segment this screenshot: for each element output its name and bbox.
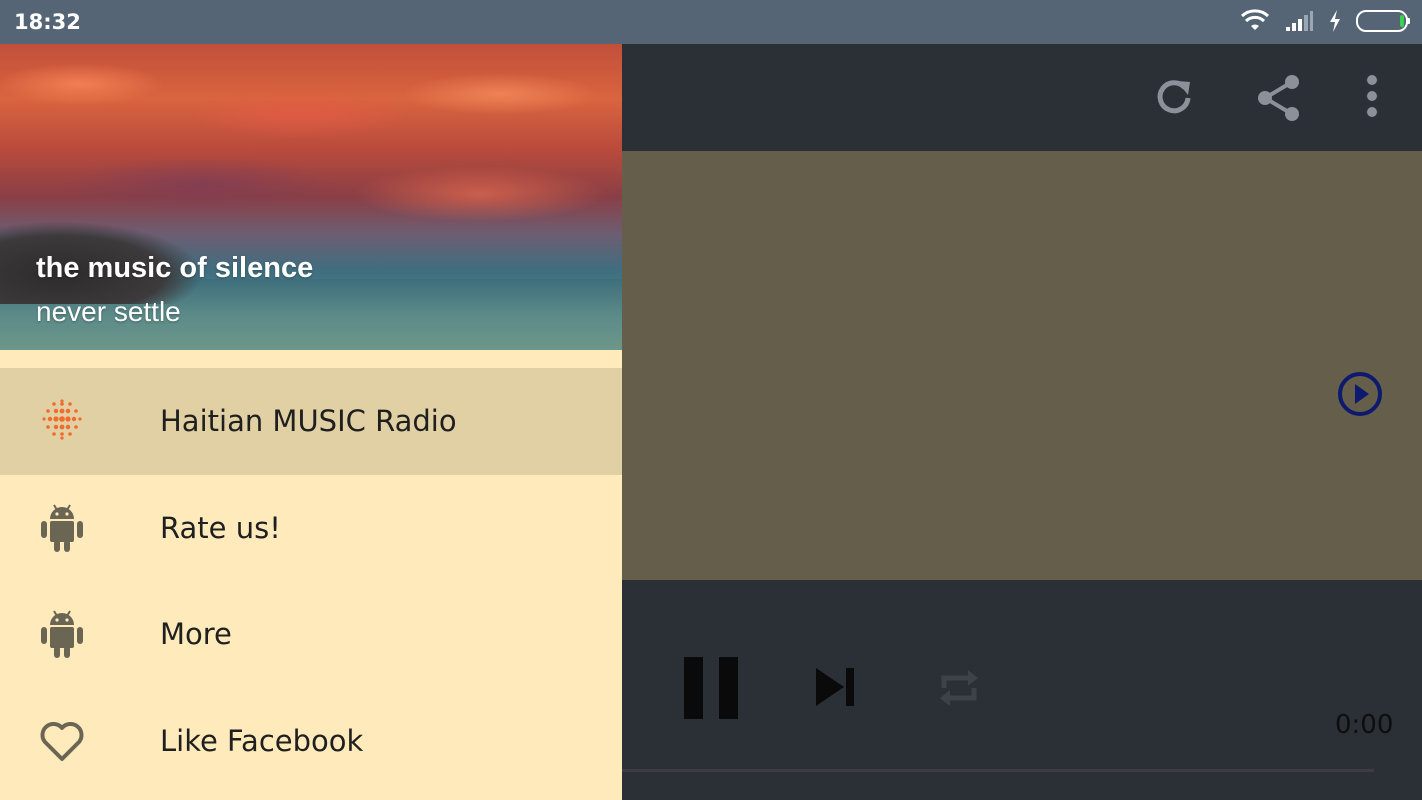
navigation-drawer: the music of silence never settle Haitia… [0,44,622,800]
skip-next-icon[interactable] [814,666,856,708]
menu-item-label: More [160,617,232,652]
more-vert-icon[interactable] [1364,74,1380,118]
radio-icon [42,399,82,440]
player-controls: 0:00 [622,580,1422,800]
seek-bar[interactable] [622,769,1374,772]
status-bar: 18:32 [0,0,1422,44]
share-icon[interactable] [1256,74,1302,122]
drawer-menu: Haitian MUSIC Radio Rate us! More Like F… [0,368,622,794]
pause-icon[interactable] [684,657,738,719]
charging-icon [1330,10,1340,32]
status-time: 18:32 [14,10,81,34]
menu-item-label: Rate us! [160,510,281,545]
refresh-icon[interactable] [1152,74,1196,118]
android-icon [41,610,83,659]
menu-item-like-facebook[interactable]: Like Facebook [0,688,622,795]
elapsed-time: 0:00 [1335,710,1394,740]
wifi-icon [1240,9,1270,30]
battery-icon [1356,10,1410,32]
status-icons [1240,9,1412,33]
menu-item-haitian-music-radio[interactable]: Haitian MUSIC Radio [0,368,622,475]
play-circle-icon[interactable] [1337,371,1383,417]
drawer-subtitle: never settle [36,296,181,327]
android-icon [41,504,83,552]
heart-icon [40,721,84,761]
drawer-title: the music of silence [36,252,314,284]
menu-item-label: Haitian MUSIC Radio [160,404,457,439]
menu-item-more[interactable]: More [0,581,622,688]
menu-item-label: Like Facebook [160,723,364,758]
app-toolbar [622,44,1422,151]
menu-item-rate-us[interactable]: Rate us! [0,475,622,582]
signal-icon [1286,11,1313,31]
repeat-icon[interactable] [938,666,980,710]
player-artwork-area [622,151,1422,580]
drawer-header: the music of silence never settle [0,44,622,350]
